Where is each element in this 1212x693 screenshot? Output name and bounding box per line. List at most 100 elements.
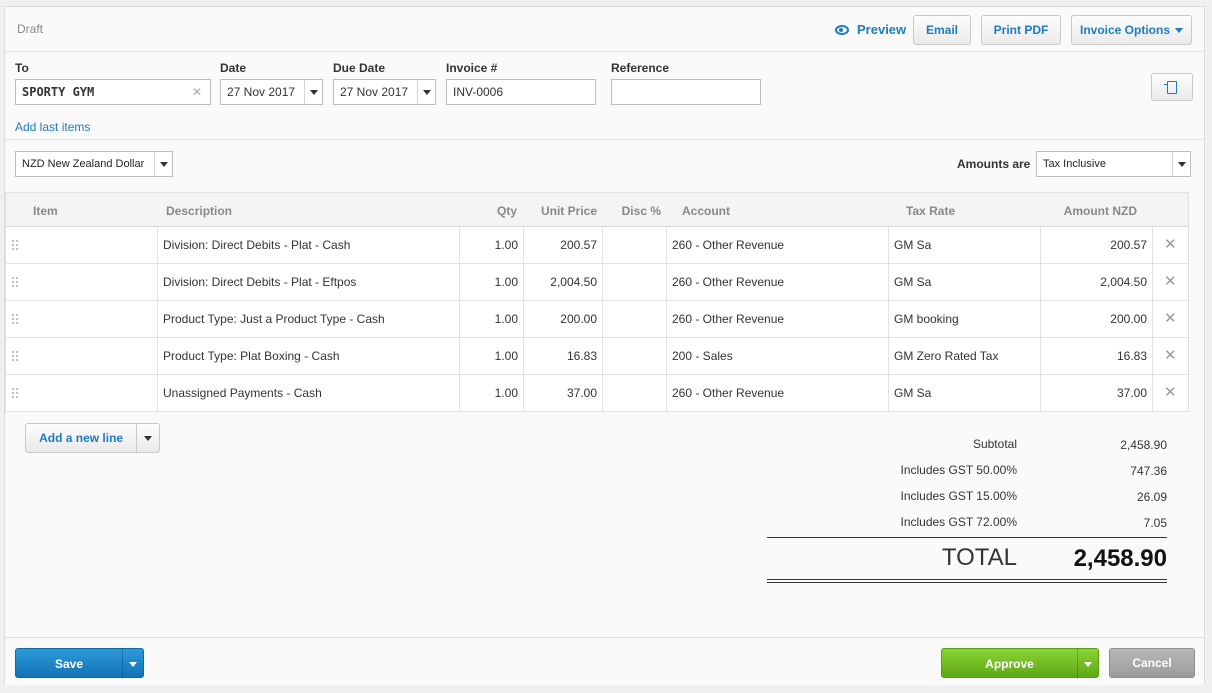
- table-row: Division: Direct Debits - Plat - Cash 1.…: [5, 227, 1189, 264]
- email-button[interactable]: Email: [913, 15, 971, 45]
- invoice-editor: Draft Preview Email Print PDF Invoice Op…: [4, 6, 1205, 685]
- qty-cell[interactable]: 1.00: [460, 227, 524, 263]
- gst-value: 26.09: [1136, 490, 1167, 504]
- approve-dropdown[interactable]: [1077, 649, 1098, 679]
- item-cell[interactable]: [26, 301, 158, 337]
- tax-rate-cell[interactable]: GM Sa: [889, 227, 1041, 263]
- drag-handle-icon[interactable]: [11, 387, 19, 399]
- to-field[interactable]: SPORTY GYM ✕: [15, 79, 211, 105]
- action-bar: Save Approve Cancel: [5, 637, 1204, 685]
- disc-cell[interactable]: [603, 264, 667, 300]
- description-cell[interactable]: Product Type: Plat Boxing - Cash: [158, 338, 460, 374]
- drag-handle-icon[interactable]: [11, 313, 19, 325]
- account-cell[interactable]: 260 - Other Revenue: [667, 301, 889, 337]
- amount-cell[interactable]: 37.00: [1041, 375, 1153, 411]
- add-line-dropdown[interactable]: [137, 435, 159, 441]
- approve-label: Approve: [985, 657, 1034, 671]
- delete-row-icon[interactable]: ✕: [1164, 237, 1177, 253]
- chevron-down-icon: [422, 89, 431, 95]
- delete-row-icon[interactable]: ✕: [1164, 385, 1177, 401]
- cancel-button[interactable]: Cancel: [1109, 648, 1195, 678]
- unit-price-cell[interactable]: 2,004.50: [524, 264, 603, 300]
- clear-icon[interactable]: ✕: [192, 85, 202, 99]
- invoice-number-field[interactable]: INV-0006: [446, 79, 596, 105]
- to-label: To: [15, 61, 29, 75]
- date-dropdown[interactable]: [304, 80, 322, 104]
- save-button[interactable]: Save: [15, 648, 144, 679]
- item-cell[interactable]: [26, 227, 158, 263]
- gst-value: 7.05: [1143, 516, 1167, 530]
- amount-cell[interactable]: 200.00: [1041, 301, 1153, 337]
- due-date-dropdown[interactable]: [417, 80, 435, 104]
- unit-price-cell[interactable]: 16.83: [524, 338, 603, 374]
- unit-price-cell[interactable]: 200.57: [524, 227, 603, 263]
- gst-label: Includes GST 15.00%: [900, 489, 1017, 503]
- copy-button[interactable]: [1151, 73, 1193, 101]
- gst-label: Includes GST 72.00%: [900, 515, 1017, 529]
- tax-rate-cell[interactable]: GM Sa: [889, 375, 1041, 411]
- table-row: Unassigned Payments - Cash 1.00 37.00 26…: [5, 375, 1189, 412]
- approve-button[interactable]: Approve: [941, 648, 1099, 679]
- qty-cell[interactable]: 1.00: [460, 301, 524, 337]
- item-cell[interactable]: [26, 375, 158, 411]
- delete-row-icon[interactable]: ✕: [1164, 274, 1177, 290]
- qty-cell[interactable]: 1.00: [460, 375, 524, 411]
- add-last-items-link[interactable]: Add last items: [15, 120, 90, 134]
- unit-price-cell[interactable]: 200.00: [524, 301, 603, 337]
- chevron-down-icon: [159, 161, 168, 167]
- invoice-number-value: INV-0006: [453, 85, 504, 99]
- currency-value: NZD New Zealand Dollar: [22, 158, 145, 170]
- chevron-down-icon: [1084, 661, 1092, 667]
- disc-cell[interactable]: [603, 301, 667, 337]
- description-cell[interactable]: Division: Direct Debits - Plat - Cash: [158, 227, 460, 263]
- item-cell[interactable]: [26, 264, 158, 300]
- tax-rate-cell[interactable]: GM Zero Rated Tax: [889, 338, 1041, 374]
- preview-link[interactable]: Preview: [835, 22, 906, 37]
- amounts-select[interactable]: Tax Inclusive: [1036, 151, 1191, 177]
- account-cell[interactable]: 260 - Other Revenue: [667, 375, 889, 411]
- disc-cell[interactable]: [603, 338, 667, 374]
- currency-select[interactable]: NZD New Zealand Dollar: [15, 151, 173, 177]
- save-dropdown[interactable]: [122, 649, 143, 679]
- account-cell[interactable]: 260 - Other Revenue: [667, 227, 889, 263]
- reference-field[interactable]: [611, 79, 761, 105]
- drag-handle-icon[interactable]: [11, 350, 19, 362]
- line-items-table: Item Description Qty Unit Price Disc % A…: [5, 192, 1189, 412]
- copy-icon: [1164, 80, 1177, 94]
- subtotal-label: Subtotal: [972, 437, 1017, 451]
- disc-cell[interactable]: [603, 227, 667, 263]
- description-cell[interactable]: Unassigned Payments - Cash: [158, 375, 460, 411]
- qty-cell[interactable]: 1.00: [460, 338, 524, 374]
- account-cell[interactable]: 200 - Sales: [667, 338, 889, 374]
- add-new-line-button[interactable]: Add a new line: [25, 423, 160, 453]
- print-pdf-button[interactable]: Print PDF: [981, 15, 1061, 45]
- chevron-down-icon: [1177, 161, 1186, 167]
- date-field[interactable]: 27 Nov 2017: [220, 79, 323, 105]
- chevron-down-icon: [144, 435, 153, 441]
- amounts-dropdown[interactable]: [1172, 152, 1190, 176]
- currency-dropdown[interactable]: [154, 152, 172, 176]
- disc-cell[interactable]: [603, 375, 667, 411]
- item-cell[interactable]: [26, 338, 158, 374]
- amount-cell[interactable]: 16.83: [1041, 338, 1153, 374]
- invoice-options-label: Invoice Options: [1079, 23, 1170, 37]
- unit-price-cell[interactable]: 37.00: [524, 375, 603, 411]
- drag-handle-icon[interactable]: [11, 276, 19, 288]
- delete-row-icon[interactable]: ✕: [1164, 348, 1177, 364]
- tax-rate-cell[interactable]: GM Sa: [889, 264, 1041, 300]
- description-cell[interactable]: Division: Direct Debits - Plat - Eftpos: [158, 264, 460, 300]
- account-cell[interactable]: 260 - Other Revenue: [667, 264, 889, 300]
- qty-cell[interactable]: 1.00: [460, 264, 524, 300]
- header-account: Account: [682, 204, 730, 218]
- amount-cell[interactable]: 2,004.50: [1041, 264, 1153, 300]
- delete-row-icon[interactable]: ✕: [1164, 311, 1177, 327]
- description-cell[interactable]: Product Type: Just a Product Type - Cash: [158, 301, 460, 337]
- tax-rate-cell[interactable]: GM booking: [889, 301, 1041, 337]
- amounts-value: Tax Inclusive: [1043, 158, 1106, 170]
- date-value: 27 Nov 2017: [227, 85, 296, 99]
- drag-handle-icon[interactable]: [11, 239, 19, 251]
- subtotal-value: 2,458.90: [1120, 438, 1167, 452]
- amount-cell[interactable]: 200.57: [1041, 227, 1153, 263]
- invoice-options-button[interactable]: Invoice Options: [1071, 15, 1192, 45]
- due-date-field[interactable]: 27 Nov 2017: [333, 79, 436, 105]
